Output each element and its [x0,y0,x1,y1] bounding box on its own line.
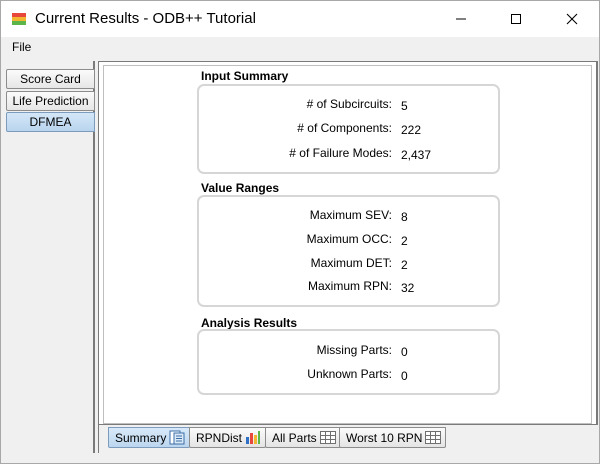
maximize-button[interactable] [493,1,539,37]
table-grid-icon [425,431,442,444]
analysis-results-group [197,329,500,395]
max-det-label: Maximum DET: [310,256,392,270]
side-tab-score-card[interactable]: Score Card [6,69,95,89]
tab-label: All Parts [272,430,317,445]
analysis-results-title: Analysis Results [201,316,298,330]
value-ranges-title: Value Ranges [201,181,280,195]
menu-file[interactable]: File [12,40,31,54]
side-tab-label: DFMEA [29,115,72,129]
tab-label: Summary [115,430,167,445]
components-label: # of Components: [297,121,392,135]
missing-parts-value: 0 [401,345,408,359]
unknown-parts-value: 0 [401,369,408,383]
app-icon [11,11,27,27]
table-grid-icon [319,431,336,444]
side-tab-dfmea[interactable]: DFMEA [6,112,95,132]
summary-document-icon [169,430,185,445]
max-rpn-label: Maximum RPN: [307,279,392,293]
max-sev-label: Maximum SEV: [309,208,392,222]
failure-modes-value: 2,437 [401,148,432,162]
side-tab-label: Life Prediction [12,94,89,108]
tab-all-parts[interactable]: All Parts [265,427,341,448]
subcircuits-value: 5 [401,99,408,113]
max-det-value: 2 [401,258,408,272]
side-tab-life-prediction[interactable]: Life Prediction [6,91,95,111]
tab-label: RPNDist [196,430,243,445]
close-button[interactable] [549,1,595,37]
max-occ-label: Maximum OCC: [306,232,392,246]
minimize-button[interactable] [438,1,484,37]
tab-label: Worst 10 RPN [346,430,423,445]
unknown-parts-label: Unknown Parts: [307,367,392,381]
side-tab-panel: Score Card Life Prediction DFMEA [3,61,95,453]
failure-modes-label: # of Failure Modes: [289,146,392,160]
tab-worst-10-rpn[interactable]: Worst 10 RPN [339,427,447,448]
input-summary-title: Input Summary [201,69,289,83]
max-sev-value: 8 [401,210,408,224]
tab-rpndist[interactable]: RPNDist [189,427,267,448]
bottom-tab-strip: Summary RPNDist All Parts Worst 10 RPN [98,425,598,453]
components-value: 222 [401,123,422,137]
missing-parts-label: Missing Parts: [316,343,392,357]
title-bar[interactable]: Current Results - ODB++ Tutorial [1,1,599,37]
max-occ-value: 2 [401,234,408,248]
subcircuits-label: # of Subcircuits: [306,97,392,111]
results-window: Current Results - ODB++ Tutorial File Sc… [0,0,600,464]
max-rpn-value: 32 [401,281,415,295]
bar-chart-icon [245,430,261,445]
menu-bar: File [1,37,599,59]
side-tab-label: Score Card [20,72,81,86]
tab-summary[interactable]: Summary [108,427,191,448]
window-title: Current Results - ODB++ Tutorial [35,10,256,27]
